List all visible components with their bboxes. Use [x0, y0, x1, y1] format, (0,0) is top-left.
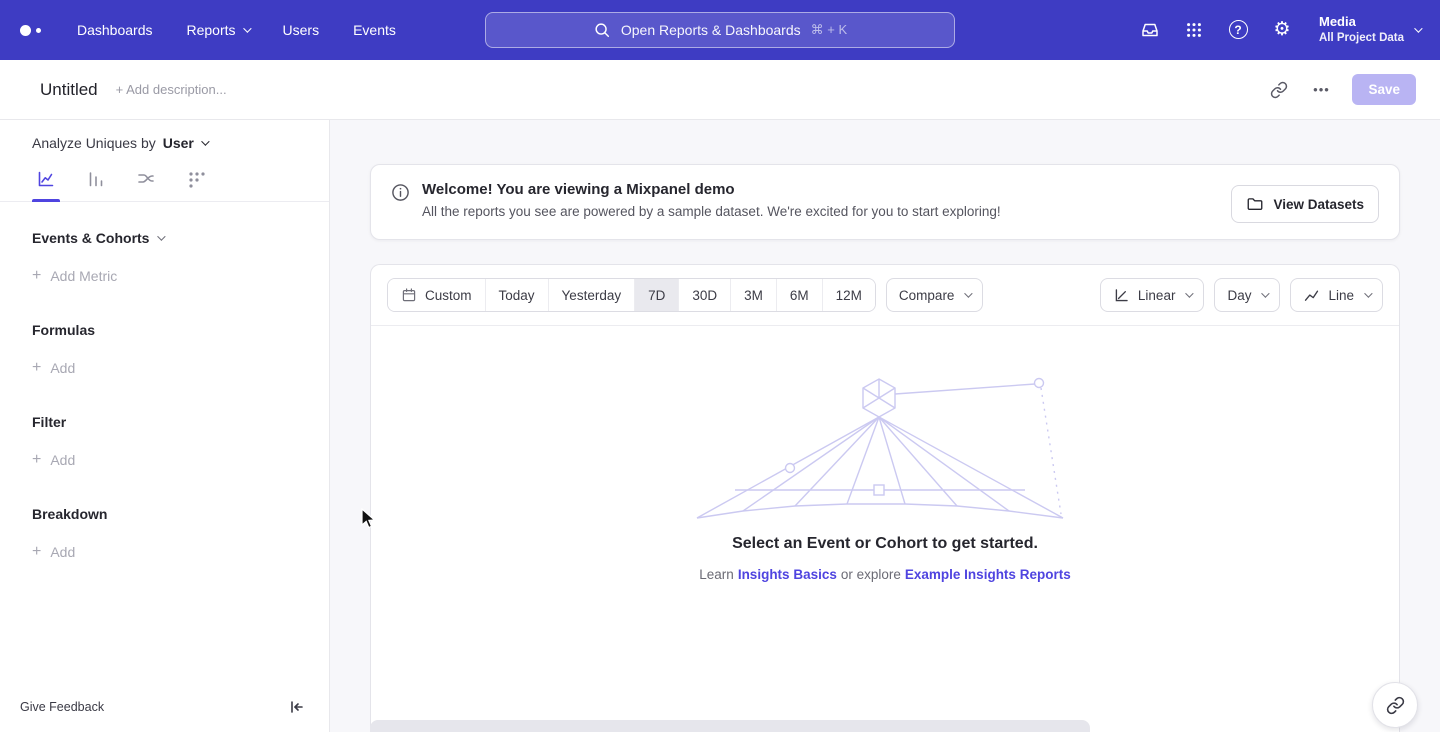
formulas-heading: Formulas [32, 322, 329, 338]
empty-state-hint: LearnInsights Basicsor exploreExample In… [697, 567, 1072, 582]
mixpanel-logo[interactable] [20, 25, 41, 36]
empty-state-illustration [695, 368, 1075, 523]
flows-icon [136, 169, 156, 189]
retention-dots-icon [186, 169, 206, 189]
bar-chart-icon [86, 169, 106, 189]
tab-retention[interactable] [184, 169, 208, 201]
copy-link-icon[interactable] [1268, 79, 1290, 101]
logo-dot-icon [20, 25, 31, 36]
primary-nav: Dashboards Reports Users Events [77, 22, 396, 38]
add-formula-button[interactable]: + Add [32, 360, 329, 376]
share-link-fab[interactable] [1372, 682, 1418, 728]
range-today[interactable]: Today [485, 279, 548, 311]
chevron-down-icon [1364, 289, 1372, 297]
analyze-label: Analyze Uniques by [32, 135, 156, 151]
logo-dot-icon [36, 28, 41, 33]
help-icon[interactable]: ? [1227, 19, 1249, 41]
settings-gear-icon[interactable]: ⚙ [1271, 19, 1293, 41]
folder-icon [1246, 195, 1264, 213]
give-feedback-link[interactable]: Give Feedback [20, 700, 104, 714]
chart-type-dropdown[interactable]: Line [1290, 278, 1383, 312]
breakdown-heading: Breakdown [32, 506, 329, 522]
query-builder-sidebar: Analyze Uniques by User Events & Cohorts [0, 120, 330, 732]
range-custom[interactable]: Custom [388, 279, 485, 311]
chart-display-controls: Linear Day Line [1100, 278, 1383, 312]
empty-state: Select an Event or Cohort to get started… [371, 326, 1399, 582]
linear-scale-icon [1113, 287, 1130, 304]
plus-icon: + [32, 452, 41, 468]
report-header-actions: ••• Save [1268, 74, 1416, 105]
top-navigation: Dashboards Reports Users Events Open Rep… [0, 0, 1440, 60]
report-title[interactable]: Untitled [40, 80, 98, 100]
line-chart-icon [36, 169, 56, 189]
bottom-panel-edge [370, 720, 1090, 732]
analyze-uniques-row: Analyze Uniques by User [32, 135, 329, 151]
report-header: Untitled + Add description... ••• Save [0, 60, 1440, 120]
add-breakdown-button[interactable]: + Add [32, 544, 329, 560]
chevron-down-icon [1262, 289, 1270, 297]
chart-toolbar: Custom Today Yesterday 7D 30D 3M 6M 12M … [371, 265, 1399, 326]
topnav-right: ? ⚙ Media All Project Data [1139, 14, 1420, 46]
date-range-segmented-control: Custom Today Yesterday 7D 30D 3M 6M 12M [387, 278, 876, 312]
analyze-by-dropdown[interactable]: User [163, 135, 207, 151]
nav-users[interactable]: Users [283, 22, 320, 38]
chevron-down-icon [158, 232, 166, 240]
collapse-sidebar-icon[interactable] [289, 699, 305, 715]
project-name: Media [1319, 14, 1404, 31]
chevron-down-icon [1414, 24, 1422, 32]
tab-insights[interactable] [34, 169, 58, 201]
save-button[interactable]: Save [1352, 74, 1416, 105]
chevron-down-icon [965, 289, 973, 297]
tab-funnels[interactable] [84, 169, 108, 201]
range-30d[interactable]: 30D [678, 279, 730, 311]
view-datasets-button[interactable]: View Datasets [1231, 185, 1379, 223]
inbox-icon[interactable] [1139, 19, 1161, 41]
nav-dashboards[interactable]: Dashboards [77, 22, 153, 38]
add-description[interactable]: + Add description... [116, 82, 227, 97]
add-metric-button[interactable]: + Add Metric [32, 268, 329, 284]
project-scope: All Project Data [1319, 31, 1404, 46]
events-cohorts-heading[interactable]: Events & Cohorts [32, 230, 329, 246]
metric-type-tabs [0, 151, 329, 202]
info-icon [391, 183, 410, 207]
example-reports-link[interactable]: Example Insights Reports [905, 567, 1071, 582]
add-filter-button[interactable]: + Add [32, 452, 329, 468]
line-chart-icon [1303, 287, 1320, 304]
apps-grid-icon[interactable] [1183, 19, 1205, 41]
plus-icon: + [32, 268, 41, 284]
chevron-down-icon [1186, 289, 1194, 297]
compare-button[interactable]: Compare [886, 278, 984, 312]
chevron-down-icon [201, 137, 209, 145]
global-search[interactable]: Open Reports & Dashboards ⌘ + K [485, 12, 955, 48]
tab-flows[interactable] [134, 169, 158, 201]
plus-icon: + [32, 360, 41, 376]
link-icon [1386, 696, 1405, 715]
banner-subtitle: All the reports you see are powered by a… [422, 204, 1001, 219]
search-shortcut: ⌘ + K [811, 22, 848, 38]
range-3m[interactable]: 3M [730, 279, 776, 311]
search-icon [593, 21, 611, 39]
range-yesterday[interactable]: Yesterday [548, 279, 635, 311]
calendar-icon [401, 287, 417, 303]
range-6m[interactable]: 6M [776, 279, 822, 311]
insights-chart-card: Custom Today Yesterday 7D 30D 3M 6M 12M … [370, 264, 1400, 732]
nav-reports[interactable]: Reports [187, 22, 249, 38]
filter-heading: Filter [32, 414, 329, 430]
range-7d[interactable]: 7D [634, 279, 678, 311]
report-content: Welcome! You are viewing a Mixpanel demo… [330, 120, 1440, 732]
insights-basics-link[interactable]: Insights Basics [738, 567, 837, 582]
scale-dropdown[interactable]: Linear [1100, 278, 1205, 312]
banner-title: Welcome! You are viewing a Mixpanel demo [422, 181, 1001, 198]
sidebar-footer: Give Feedback [0, 690, 329, 732]
plus-icon: + [32, 544, 41, 560]
range-12m[interactable]: 12M [822, 279, 875, 311]
nav-events[interactable]: Events [353, 22, 396, 38]
chevron-down-icon [243, 24, 251, 32]
interval-dropdown[interactable]: Day [1214, 278, 1280, 312]
welcome-banner: Welcome! You are viewing a Mixpanel demo… [370, 164, 1400, 240]
empty-state-title: Select an Event or Cohort to get started… [732, 535, 1038, 553]
more-options-icon[interactable]: ••• [1310, 79, 1332, 101]
search-placeholder: Open Reports & Dashboards [621, 22, 801, 38]
project-selector[interactable]: Media All Project Data [1319, 14, 1420, 46]
